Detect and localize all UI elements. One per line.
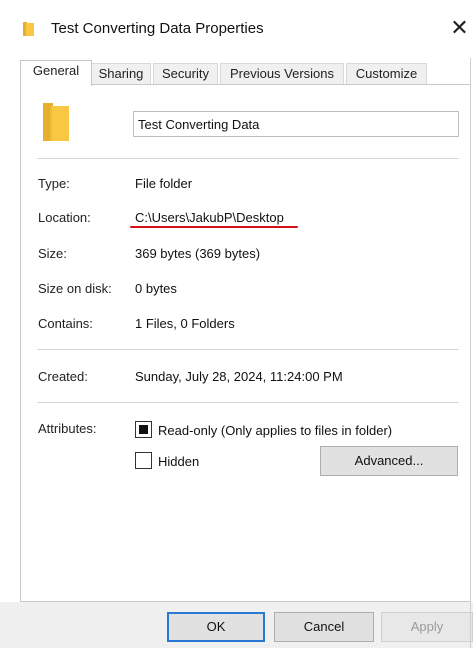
readonly-label[interactable]: Read-only (Only applies to files in fold…: [158, 423, 392, 438]
apply-button[interactable]: Apply: [381, 612, 473, 642]
hidden-label[interactable]: Hidden: [158, 454, 199, 469]
cancel-button[interactable]: Cancel: [274, 612, 374, 642]
divider: [37, 158, 459, 159]
readonly-checkbox[interactable]: [135, 421, 152, 438]
tab-security[interactable]: Security: [153, 63, 218, 84]
attributes-label: Attributes:: [38, 421, 97, 436]
tab-customize[interactable]: Customize: [346, 63, 427, 84]
divider: [37, 402, 459, 403]
size-on-disk-value: 0 bytes: [135, 281, 177, 296]
contains-value: 1 Files, 0 Folders: [135, 316, 235, 331]
window-title: Test Converting Data Properties: [51, 20, 264, 37]
contains-label: Contains:: [38, 316, 93, 331]
divider: [37, 349, 459, 350]
close-button[interactable]: ✕: [446, 12, 473, 44]
general-panel: [20, 84, 471, 602]
location-value: C:\Users\JakubP\Desktop: [135, 210, 284, 225]
tab-previous-versions[interactable]: Previous Versions: [220, 63, 344, 84]
ok-button[interactable]: OK: [167, 612, 265, 642]
folder-name-input[interactable]: [133, 111, 459, 137]
annotation-underline: [130, 226, 298, 228]
location-label: Location:: [38, 210, 91, 225]
close-icon: ✕: [450, 15, 469, 40]
folder-icon: [43, 103, 69, 141]
indeterminate-mark: [139, 425, 148, 434]
size-on-disk-label: Size on disk:: [38, 281, 112, 296]
tab-strip: General Sharing Security Previous Versio…: [20, 60, 473, 86]
advanced-button[interactable]: Advanced...: [320, 446, 458, 476]
hidden-checkbox[interactable]: [135, 452, 152, 469]
type-value: File folder: [135, 176, 193, 191]
folder-icon: [23, 22, 34, 36]
window-edge: [470, 58, 471, 648]
created-value: Sunday, July 28, 2024, 11:24:00 PM: [135, 369, 343, 384]
created-label: Created:: [38, 369, 88, 384]
size-value: 369 bytes (369 bytes): [135, 246, 261, 261]
title-bar: Test Converting Data Properties ✕: [0, 0, 473, 58]
type-label: Type:: [38, 176, 70, 191]
size-label: Size:: [38, 246, 67, 261]
tab-general[interactable]: General: [20, 60, 92, 86]
tab-sharing[interactable]: Sharing: [91, 63, 151, 84]
